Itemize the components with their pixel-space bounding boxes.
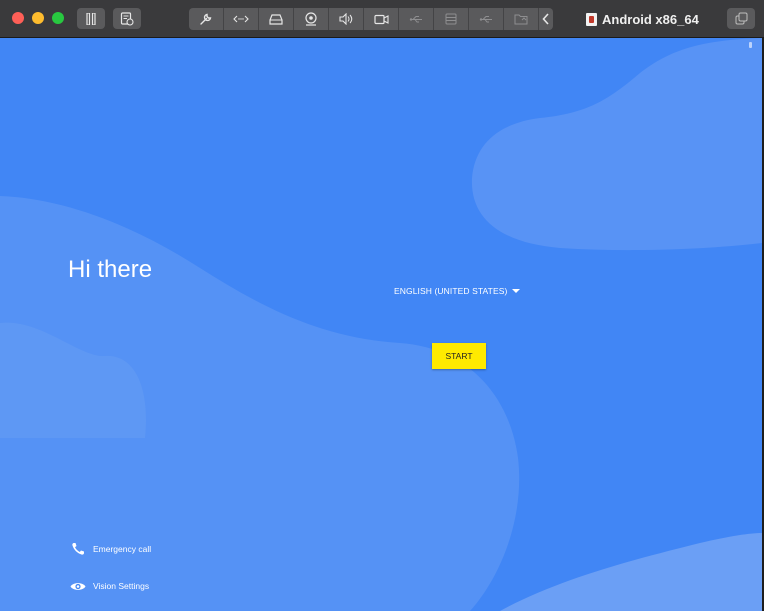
hdd-tool-button[interactable] (434, 8, 469, 30)
pause-icon (86, 12, 96, 25)
network-tool-button[interactable] (224, 8, 259, 30)
usb-icon (409, 15, 422, 22)
dropdown-arrow-icon (512, 289, 521, 293)
eye-icon (70, 578, 86, 594)
usb-alt-tool-button[interactable] (469, 8, 504, 30)
pause-button[interactable] (77, 8, 105, 29)
speaker-icon (339, 13, 353, 25)
usb-tool-button[interactable] (399, 8, 434, 30)
hdd-icon (445, 13, 457, 25)
window-title: Android x86_64 (586, 10, 699, 28)
start-button[interactable]: START (432, 343, 486, 369)
vision-settings-label: Vision Settings (93, 581, 150, 591)
shared-folder-icon (514, 14, 527, 25)
greeting-heading: Hi there (68, 256, 153, 283)
webcam-icon (305, 12, 317, 26)
drive-icon (269, 13, 283, 25)
android-screen[interactable]: Hi there ENGLISH (UNITED STATES) START E… (0, 38, 762, 611)
minimize-window-button[interactable] (32, 12, 44, 24)
device-toolbar (189, 8, 553, 30)
camera-icon (373, 14, 389, 24)
emergency-call-button[interactable]: Emergency call (70, 541, 151, 557)
toolbar-collapse-button[interactable] (539, 8, 553, 30)
window-title-text: Android x86_64 (602, 11, 699, 27)
network-arrows-icon (233, 15, 249, 23)
camera-tool-button[interactable] (364, 8, 399, 30)
chevron-left-icon (542, 13, 549, 25)
usb-alt-icon (479, 15, 492, 22)
audio-tool-button[interactable] (329, 8, 364, 30)
title-bar: Android x86_64 (0, 0, 764, 38)
snapshot-icon (120, 11, 134, 26)
background-waves (0, 38, 762, 611)
close-window-button[interactable] (12, 12, 24, 24)
language-selector[interactable]: ENGLISH (UNITED STATES) (394, 286, 521, 296)
settings-tool-button[interactable] (189, 8, 224, 30)
vm-window: Android x86_64 Hi there ENGLISH (UNITED … (0, 0, 764, 611)
window-mode-button[interactable] (727, 8, 755, 29)
shared-folder-tool-button[interactable] (504, 8, 539, 30)
phone-icon (70, 541, 86, 557)
snapshot-button[interactable] (113, 8, 141, 29)
overlapping-windows-icon (735, 12, 747, 25)
vision-settings-button[interactable]: Vision Settings (70, 578, 149, 594)
scroll-indicator (749, 42, 752, 48)
language-label: ENGLISH (UNITED STATES) (394, 286, 508, 296)
drive-tool-button[interactable] (259, 8, 294, 30)
zoom-window-button[interactable] (52, 12, 64, 24)
webcam-tool-button[interactable] (294, 8, 329, 30)
wrench-icon (200, 13, 212, 25)
vm-document-icon (586, 12, 597, 26)
emergency-call-label: Emergency call (93, 544, 152, 554)
